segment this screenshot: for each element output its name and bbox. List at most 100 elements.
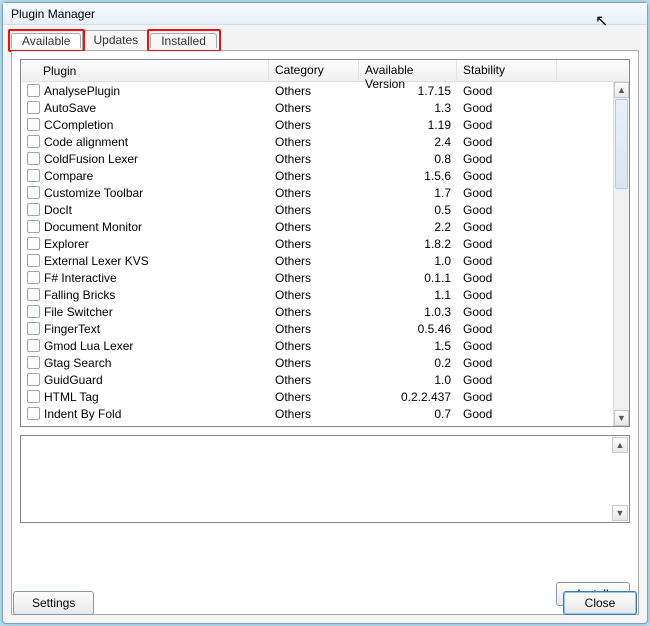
tab-installed[interactable]: Installed — [150, 33, 217, 48]
tab-updates[interactable]: Updates — [82, 30, 149, 50]
desc-scroll-down-icon[interactable]: ▼ — [612, 505, 628, 521]
col-header-category[interactable]: Category — [269, 60, 359, 81]
table-row[interactable]: Document MonitorOthers2.2Good — [21, 218, 619, 235]
plugin-name: DocIt — [44, 203, 72, 217]
close-button[interactable]: Close — [563, 591, 637, 615]
plugin-version: 0.2.2.437 — [359, 390, 457, 404]
table-row[interactable]: FingerTextOthers0.5.46Good — [21, 320, 619, 337]
row-checkbox[interactable] — [27, 271, 40, 284]
row-checkbox[interactable] — [27, 339, 40, 352]
plugin-category: Others — [269, 118, 359, 132]
table-row[interactable]: ColdFusion LexerOthers0.8Good — [21, 150, 619, 167]
plugin-stability: Good — [457, 84, 557, 98]
plugin-version: 1.8.2 — [359, 237, 457, 251]
plugin-stability: Good — [457, 169, 557, 183]
plugin-name: ColdFusion Lexer — [44, 152, 138, 166]
table-row[interactable]: ExplorerOthers1.8.2Good — [21, 235, 619, 252]
plugin-version: 1.7.15 — [359, 84, 457, 98]
row-checkbox[interactable] — [27, 322, 40, 335]
table-row[interactable]: AnalysePluginOthers1.7.15Good — [21, 82, 619, 99]
table-row[interactable]: Gtag SearchOthers0.2Good — [21, 354, 619, 371]
row-checkbox[interactable] — [27, 237, 40, 250]
plugin-name: FingerText — [44, 322, 100, 336]
table-row[interactable]: AutoSaveOthers1.3Good — [21, 99, 619, 116]
plugin-stability: Good — [457, 135, 557, 149]
plugin-name: Customize Toolbar — [44, 186, 143, 200]
tab-available[interactable]: Available — [11, 33, 81, 48]
plugin-category: Others — [269, 288, 359, 302]
titlebar[interactable]: Plugin Manager — [3, 3, 647, 25]
tab-strip: Available Updates Installed — [11, 29, 639, 51]
plugin-stability: Good — [457, 271, 557, 285]
table-row[interactable]: HTML TagOthers0.2.2.437Good — [21, 388, 619, 405]
window-title: Plugin Manager — [11, 7, 95, 21]
table-row[interactable]: DocItOthers0.5Good — [21, 201, 619, 218]
row-checkbox[interactable] — [27, 169, 40, 182]
plugin-name: Falling Bricks — [44, 288, 115, 302]
row-checkbox[interactable] — [27, 135, 40, 148]
row-checkbox[interactable] — [27, 186, 40, 199]
table-row[interactable]: Customize Toolbar Others1.7Good — [21, 184, 619, 201]
scroll-down-icon[interactable]: ▼ — [614, 410, 629, 426]
table-row[interactable]: Indent By FoldOthers0.7Good — [21, 405, 619, 422]
plugin-version: 1.3 — [359, 101, 457, 115]
plugin-category: Others — [269, 254, 359, 268]
plugin-category: Others — [269, 186, 359, 200]
table-row[interactable]: CCompletionOthers1.19Good — [21, 116, 619, 133]
plugin-version: 0.5.46 — [359, 322, 457, 336]
plugin-name: External Lexer KVS — [44, 254, 149, 268]
plugin-category: Others — [269, 271, 359, 285]
plugin-category: Others — [269, 203, 359, 217]
row-checkbox[interactable] — [27, 305, 40, 318]
plugin-version: 1.1 — [359, 288, 457, 302]
row-checkbox[interactable] — [27, 118, 40, 131]
row-checkbox[interactable] — [27, 407, 40, 420]
list-body: AnalysePluginOthers1.7.15GoodAutoSaveOth… — [21, 82, 619, 426]
plugin-category: Others — [269, 135, 359, 149]
plugin-version: 1.0 — [359, 373, 457, 387]
row-checkbox[interactable] — [27, 288, 40, 301]
col-header-plugin[interactable]: Plugin — [21, 60, 269, 81]
row-checkbox[interactable] — [27, 101, 40, 114]
row-checkbox[interactable] — [27, 390, 40, 403]
plugin-version: 1.7 — [359, 186, 457, 200]
table-row[interactable]: File SwitcherOthers1.0.3Good — [21, 303, 619, 320]
row-checkbox[interactable] — [27, 84, 40, 97]
plugin-stability: Good — [457, 373, 557, 387]
plugin-category: Others — [269, 237, 359, 251]
col-header-stability[interactable]: Stability — [457, 60, 557, 81]
row-checkbox[interactable] — [27, 152, 40, 165]
settings-button[interactable]: Settings — [13, 591, 94, 615]
plugin-stability: Good — [457, 322, 557, 336]
row-checkbox[interactable] — [27, 254, 40, 267]
scroll-up-icon[interactable]: ▲ — [614, 82, 629, 98]
table-row[interactable]: External Lexer KVSOthers1.0Good — [21, 252, 619, 269]
desc-scroll-up-icon[interactable]: ▲ — [612, 437, 628, 453]
table-row[interactable]: Gmod Lua LexerOthers1.5Good — [21, 337, 619, 354]
table-row[interactable]: CompareOthers1.5.6Good — [21, 167, 619, 184]
plugin-version: 1.5 — [359, 339, 457, 353]
plugin-name: Code alignment — [44, 135, 128, 149]
plugin-stability: Good — [457, 356, 557, 370]
table-row[interactable]: Falling BricksOthers1.1Good — [21, 286, 619, 303]
plugin-category: Others — [269, 152, 359, 166]
plugin-name: Gmod Lua Lexer — [44, 339, 133, 353]
table-row[interactable]: Code alignmentOthers2.4Good — [21, 133, 619, 150]
row-checkbox[interactable] — [27, 356, 40, 369]
table-row[interactable]: GuidGuardOthers1.0Good — [21, 371, 619, 388]
plugin-name: AnalysePlugin — [44, 84, 120, 98]
plugin-stability: Good — [457, 186, 557, 200]
row-checkbox[interactable] — [27, 373, 40, 386]
col-header-version[interactable]: Available Version — [359, 60, 457, 81]
row-checkbox[interactable] — [27, 220, 40, 233]
plugin-category: Others — [269, 305, 359, 319]
scroll-thumb[interactable] — [615, 99, 628, 189]
list-header[interactable]: Plugin Category Available Version Stabil… — [21, 60, 629, 82]
row-checkbox[interactable] — [27, 203, 40, 216]
plugin-version: 1.0 — [359, 254, 457, 268]
plugin-stability: Good — [457, 407, 557, 421]
plugin-stability: Good — [457, 118, 557, 132]
table-row[interactable]: F# InteractiveOthers0.1.1Good — [21, 269, 619, 286]
plugin-list[interactable]: Plugin Category Available Version Stabil… — [20, 59, 630, 427]
list-scrollbar[interactable]: ▲ ▼ — [613, 82, 629, 426]
